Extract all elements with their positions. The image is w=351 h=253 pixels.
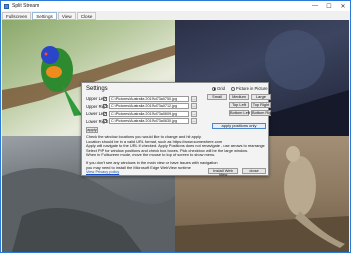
- grid-radio[interactable]: Grid: [212, 86, 225, 91]
- top-left-button[interactable]: Top Left: [229, 102, 249, 108]
- pip-radio-label: Picture in Picture: [235, 86, 268, 91]
- large-button[interactable]: Large: [251, 94, 271, 100]
- row-label: Lower Right: [86, 118, 109, 124]
- radio-dot: [212, 86, 216, 91]
- upper-left-url-input[interactable]: C:\Pictures\Australia 2019\d73a0750.jpg: [109, 95, 189, 102]
- title-bar: Split Stream — ☐ ✕: [1, 1, 350, 11]
- top-right-button[interactable]: Top Right: [251, 102, 271, 108]
- close-window-button[interactable]: ✕: [336, 1, 350, 11]
- upper-right-url-input[interactable]: C:\Pictures\Australia 2019\d73a0712.jpg: [109, 103, 189, 110]
- close-dialog-button[interactable]: close: [242, 168, 266, 174]
- bottom-left-button[interactable]: Bottom Left: [229, 110, 250, 116]
- lower-right-checkbox[interactable]: [103, 118, 107, 124]
- pip-radio[interactable]: Picture in Picture: [230, 86, 268, 91]
- row-label: Lower Left: [86, 111, 106, 117]
- tab-close[interactable]: Close: [76, 12, 97, 20]
- lower-left-browse-button[interactable]: ...: [191, 110, 197, 117]
- upper-left-browse-button[interactable]: ...: [191, 95, 197, 102]
- upper-right-checkbox[interactable]: [103, 103, 107, 109]
- upper-right-browse-button[interactable]: ...: [191, 103, 197, 110]
- row-label: Upper Left: [86, 96, 106, 102]
- medium-button[interactable]: Medium: [229, 94, 249, 100]
- app-window: Split Stream — ☐ ✕ Fullscreen Settings V…: [0, 0, 351, 253]
- install-webview-button[interactable]: Install Web View: [208, 168, 238, 177]
- mode-radios: Grid Picture in Picture: [212, 86, 268, 91]
- row-lower-right: Lower Right C:\Pictures\Australia 2019\d…: [86, 118, 197, 126]
- location-rows: Upper Left C:\Pictures\Australia 2019\d7…: [86, 95, 197, 125]
- tab-fullscreen[interactable]: Fullscreen: [2, 12, 32, 20]
- maximize-button[interactable]: ☐: [322, 1, 336, 11]
- row-lower-left: Lower Left C:\Pictures\Australia 2019\d7…: [86, 110, 197, 118]
- app-icon: [4, 3, 9, 9]
- window-controls: — ☐ ✕: [308, 1, 350, 11]
- tab-view[interactable]: View: [57, 12, 76, 20]
- size-position-grid: Small Medium Large Top Left Top Right Bo…: [207, 94, 275, 116]
- grid-radio-label: Grid: [217, 86, 225, 91]
- dialog-footer: Install Web View close: [208, 168, 266, 177]
- tab-settings[interactable]: Settings: [32, 12, 57, 20]
- lower-right-browse-button[interactable]: ...: [191, 118, 197, 125]
- bottom-right-button[interactable]: Bottom Right: [251, 110, 275, 116]
- minimize-button[interactable]: —: [308, 1, 322, 11]
- row-label: Upper Right: [86, 103, 109, 109]
- lower-left-url-input[interactable]: C:\Pictures\Australia 2019\d73a0609.jpg: [109, 110, 189, 117]
- apply-button[interactable]: apply: [86, 127, 98, 133]
- radio-dot: [230, 86, 235, 91]
- window-title: Split Stream: [12, 3, 40, 9]
- dialog-title: Settings: [86, 86, 108, 92]
- row-upper-left: Upper Left C:\Pictures\Australia 2019\d7…: [86, 95, 197, 103]
- row-upper-right: Upper Right C:\Pictures\Australia 2019\d…: [86, 103, 197, 111]
- settings-dialog: Settings Upper Left C:\Pictures\Australi…: [81, 82, 275, 177]
- apply-positions-button[interactable]: apply positions only: [212, 123, 266, 129]
- menu-tabs: Fullscreen Settings View Close: [2, 12, 97, 20]
- lower-right-url-input[interactable]: C:\Pictures\Australia 2019\d73a0630.jpg: [109, 118, 189, 125]
- small-button[interactable]: Small: [207, 94, 227, 100]
- upper-left-checkbox[interactable]: [103, 96, 107, 102]
- lower-left-checkbox[interactable]: [103, 111, 107, 117]
